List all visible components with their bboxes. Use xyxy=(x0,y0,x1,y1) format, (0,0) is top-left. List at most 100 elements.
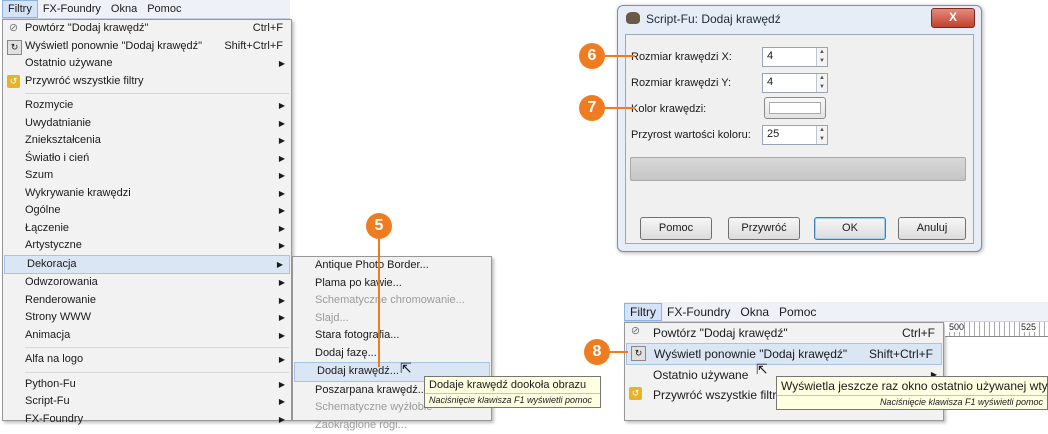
menu-item-dekoracja[interactable]: Dekoracja ▶ xyxy=(4,255,290,275)
menubar-okna[interactable]: Okna xyxy=(106,0,142,18)
menubar-left: Filtry FX-Foundry Okna Pomoc xyxy=(2,0,290,19)
menu-item-reshow[interactable]: ↻ Wyświetl ponownie "Dodaj krawędź" Shif… xyxy=(626,343,942,365)
menu-item-repeat[interactable]: ⊘ Powtórz "Dodaj krawędź" Ctrl+F xyxy=(625,323,943,343)
menu-item-label: Artystyczne xyxy=(25,239,82,251)
menu-item-label: Ostatnio używane xyxy=(653,368,748,382)
reset-filters-icon: ↺ xyxy=(629,387,642,400)
menu-item-accel: Ctrl+F xyxy=(253,20,283,38)
ok-button-label: OK xyxy=(842,222,858,234)
reset-button[interactable]: Przywróć xyxy=(728,217,800,240)
menu-item-script-fu[interactable]: Script-Fu▶ xyxy=(3,393,291,411)
color-label: Kolor krawędzi: xyxy=(631,103,706,115)
spinner-arrows-icon[interactable]: ▲▼ xyxy=(816,126,827,144)
submenu-item-stara-fotografia[interactable]: Stara fotografia... xyxy=(293,327,491,345)
menu-item-strony-www[interactable]: Strony WWW▶ xyxy=(3,309,291,327)
menu-item-label: Uwydatnianie xyxy=(25,117,91,129)
submenu-item-label: Slajd... xyxy=(315,312,349,324)
cancel-button[interactable]: Anuluj xyxy=(898,217,966,240)
reset-button-label: Przywróć xyxy=(741,222,786,234)
ruler-tick-500: 500 xyxy=(949,322,964,332)
callout-line-8 xyxy=(610,351,628,353)
menu-item-zniekszta-cenia[interactable]: Zniekształcenia▶ xyxy=(3,132,291,150)
menu-item-artystyczne[interactable]: Artystyczne▶ xyxy=(3,237,291,255)
menu-item-fx-foundry[interactable]: FX-Foundry▶ xyxy=(3,411,291,429)
color-button[interactable] xyxy=(764,97,826,119)
menu-item-wykrywanie-krawe-dzi[interactable]: Wykrywanie krawędzi ▶ xyxy=(3,185,291,203)
submenu-item-label: Schematyczne chromowanie... xyxy=(315,294,465,306)
menu-item-przywro-c-wszystkie-filtry[interactable]: ↺ Przywróć wszystkie filtry xyxy=(3,73,291,91)
submenu-arrow-icon: ▶ xyxy=(279,411,285,429)
menu-item-python-fu[interactable]: Python-Fu▶ xyxy=(3,376,291,394)
progress-bar xyxy=(630,157,966,181)
tooltip-hint: Naciśnięcie klawisza F1 wyświetli pomoc xyxy=(425,393,600,407)
menu-item-accel: Ctrl+F xyxy=(902,323,935,343)
menu-item-s-wiat-o-i-cien[interactable]: Światło i cień▶ xyxy=(3,150,291,168)
submenu-item-dodaj-faze[interactable]: Dodaj fazę... xyxy=(293,345,491,363)
menu-item-ogo-lne[interactable]: Ogólne▶ xyxy=(3,202,291,220)
spinner-arrows-icon[interactable]: ▲▼ xyxy=(816,48,827,66)
submenu-arrow-icon: ▶ xyxy=(279,150,285,168)
menu-item-label: Przywróć wszystkie filtry xyxy=(25,75,144,87)
menu-item-label: Wyświetl ponownie "Dodaj krawędź" xyxy=(654,347,847,361)
submenu-arrow-icon: ▶ xyxy=(277,256,283,274)
menubar-pomoc[interactable]: Pomoc xyxy=(142,0,186,18)
help-button-label: Pomoc xyxy=(659,222,693,234)
delta-spinner[interactable]: 25 ▲▼ xyxy=(762,125,828,145)
menu-item-label: Alfa na logo xyxy=(25,353,83,365)
menu-item-label: Wyświetl ponownie "Dodaj krawędź" xyxy=(25,40,202,52)
reset-filters-icon: ↺ xyxy=(7,75,20,88)
size-y-label: Rozmiar krawędzi Y: xyxy=(631,77,731,89)
menu-item-szum[interactable]: Szum▶ xyxy=(3,167,291,185)
tooltip-add-border: Dodaje krawędź dookoła obrazu Naciśnięci… xyxy=(424,376,601,408)
tooltip-hint: Naciśnięcie klawisza F1 wyświetli pomoc xyxy=(777,395,1047,409)
step-badge-8: 8 xyxy=(584,339,610,365)
close-button[interactable]: X xyxy=(931,8,975,28)
menu-item-label: Dekoracja xyxy=(27,258,77,270)
delta-label: Przyrost wartości koloru: xyxy=(631,129,751,141)
menu-item-label: Ogólne xyxy=(25,204,60,216)
submenu-arrow-icon: ▶ xyxy=(279,220,285,238)
step-badge-5: 5 xyxy=(366,213,392,239)
menu-item-uwydatnianie[interactable]: Uwydatnianie ▶ xyxy=(3,115,291,133)
menu-item-wys-wietl-ponownie-dodaj-krawe-dz[interactable]: ↻Wyświetl ponownie "Dodaj krawędź"Shift+… xyxy=(3,38,291,56)
menu-item-label: Zniekształcenia xyxy=(25,134,101,146)
menu-item-label: Wykrywanie krawędzi xyxy=(25,187,131,199)
menubar-filtry[interactable]: Filtry xyxy=(624,303,662,321)
menu-item-animacja[interactable]: Animacja▶ xyxy=(3,327,291,345)
menu-item-powto-rz-dodaj-krawe-dz[interactable]: ⊘Powtórz "Dodaj krawędź"Ctrl+F xyxy=(3,20,291,38)
submenu-item-antique-photo-border[interactable]: Antique Photo Border... xyxy=(293,257,491,275)
mouse-cursor-icon: ⇱ xyxy=(400,360,412,377)
menubar-fx-foundry[interactable]: FX-Foundry xyxy=(38,0,106,18)
menu-item-label: Ostatnio używane xyxy=(25,57,112,69)
step-badge-6: 6 xyxy=(579,43,605,69)
submenu-arrow-icon: ▶ xyxy=(279,185,285,203)
size-y-spinner[interactable]: 4 ▲▼ xyxy=(762,73,828,93)
menu-item-ostatnio-uz-ywane[interactable]: Ostatnio używane▶ xyxy=(3,55,291,73)
submenu-item-label: Zaokrąglone rogi... xyxy=(315,419,407,431)
ok-button[interactable]: OK xyxy=(814,217,886,240)
menubar-okna[interactable]: Okna xyxy=(735,303,774,321)
submenu-arrow-icon: ▶ xyxy=(279,115,285,133)
ruler: 500 525 xyxy=(945,322,1048,337)
size-x-value: 4 xyxy=(767,50,773,62)
dialog-body: Rozmiar krawędzi X: 4 ▲▼ Rozmiar krawędz… xyxy=(625,34,974,244)
menubar-fx-foundry[interactable]: FX-Foundry xyxy=(662,303,735,321)
menu-item-a-czenie[interactable]: Łączenie▶ xyxy=(3,220,291,238)
color-swatch xyxy=(769,102,821,114)
menu-item-renderowanie[interactable]: Renderowanie▶ xyxy=(3,292,291,310)
help-button[interactable]: Pomoc xyxy=(640,217,712,240)
size-x-spinner[interactable]: 4 ▲▼ xyxy=(762,47,828,67)
menu-item-odwzorowania[interactable]: Odwzorowania▶ xyxy=(3,274,291,292)
menu-item-label: Rozmycie xyxy=(25,99,73,111)
submenu-arrow-icon: ▶ xyxy=(279,393,285,411)
menu-item-rozmycie[interactable]: Rozmycie▶ xyxy=(3,97,291,115)
submenu-item-plama-po-kawie[interactable]: Plama po kawie... xyxy=(293,275,491,293)
submenu-item-schematyczne-chromowanie: Schematyczne chromowanie... xyxy=(293,292,491,310)
menubar-filtry[interactable]: Filtry xyxy=(2,0,38,18)
menu-item-alfa-na-logo[interactable]: Alfa na logo▶ xyxy=(3,351,291,369)
menubar-pomoc[interactable]: Pomoc xyxy=(774,303,821,321)
menu-separator xyxy=(25,372,289,373)
gimp-icon xyxy=(626,12,640,24)
callout-line-6 xyxy=(605,55,635,57)
spinner-arrows-icon[interactable]: ▲▼ xyxy=(816,74,827,92)
